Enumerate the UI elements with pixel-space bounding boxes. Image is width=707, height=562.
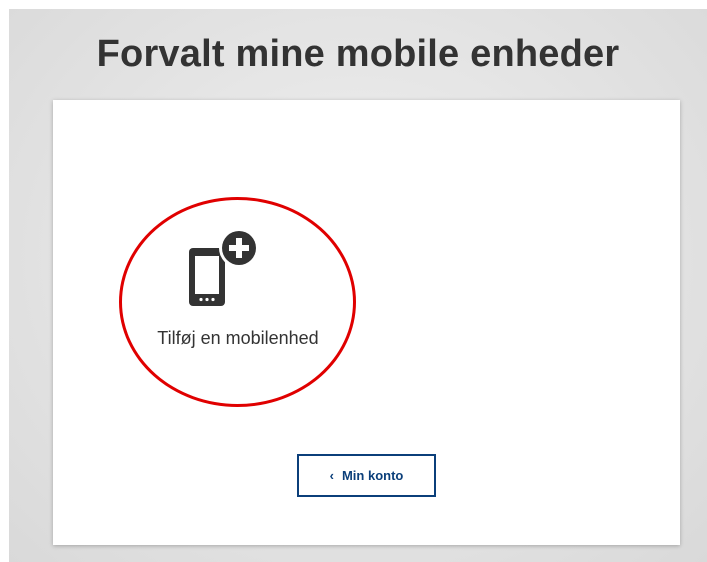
my-account-button[interactable]: ‹ Min konto	[297, 454, 436, 497]
phone-icon	[189, 248, 225, 306]
plus-circle-icon	[219, 228, 259, 268]
my-account-label: Min konto	[341, 468, 404, 483]
add-mobile-device-icon	[189, 228, 259, 306]
page-title: Forvalt mine mobile enheder	[96, 33, 620, 75]
add-mobile-device-tile[interactable]: Tilføj en mobilenhed	[123, 228, 353, 358]
add-mobile-device-label: Tilføj en mobilenhed	[157, 328, 319, 348]
page-background: Forvalt mine mobile enheder Tilføj en mo…	[9, 9, 707, 562]
chevron-left-icon: ‹	[329, 468, 334, 483]
devices-card: Tilføj en mobilenhed ‹ Min konto	[53, 100, 680, 545]
